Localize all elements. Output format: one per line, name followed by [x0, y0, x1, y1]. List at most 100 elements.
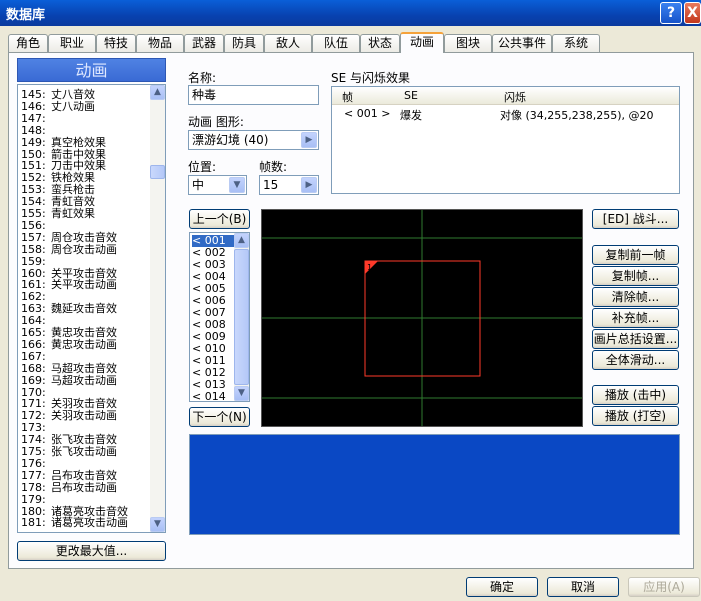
col-frame: 帧	[342, 91, 353, 104]
list-item-name: 马超攻击动画	[51, 373, 117, 387]
tab-10[interactable]: 图块	[444, 34, 492, 52]
list-item-number: 168:	[21, 361, 46, 375]
frames-label: 帧数:	[259, 160, 288, 174]
list-item-number: 179:	[21, 492, 46, 506]
frame-item[interactable]: < 014	[192, 391, 234, 402]
list-item[interactable]: 158: 周仓攻击动画	[21, 242, 117, 256]
batch-settings-button[interactable]: 画片总括设置...	[592, 329, 679, 349]
list-item-name: 黄忠攻击动画	[51, 337, 117, 351]
tab-1[interactable]: 职业	[48, 34, 96, 52]
tab-9[interactable]: 动画	[400, 32, 444, 53]
clear-frame-button[interactable]: 清除帧...	[592, 287, 679, 307]
graphic-label: 动画 图形:	[188, 115, 244, 129]
cancel-button[interactable]: 取消	[547, 577, 619, 597]
list-item-number: 149:	[21, 135, 46, 149]
list-header: 动画	[17, 58, 166, 82]
position-label: 位置:	[188, 160, 217, 174]
frame-list[interactable]: ▲ ▼ < 001 < 002 < 003 < 004 < 005 < 006 < 007 <…	[189, 232, 250, 402]
tab-7[interactable]: 队伍	[312, 34, 360, 52]
list-item-name: 丈八动画	[51, 99, 95, 113]
frames-field[interactable]: 15 ▶	[259, 175, 319, 195]
list-item-number: 159:	[21, 254, 46, 268]
frame-scrollbar[interactable]: ▲ ▼	[234, 233, 249, 401]
position-value: 中	[192, 178, 205, 192]
graphic-value: 漂游幻境 (40)	[192, 133, 269, 147]
row-frame: < 001 >	[344, 107, 391, 120]
play-hit-button[interactable]: 播放 (击中)	[592, 385, 679, 405]
frames-value: 15	[263, 178, 279, 192]
list-item-number: 147:	[21, 111, 46, 125]
apply-button: 应用(A)	[628, 577, 700, 597]
list-item-name: 周仓攻击动画	[51, 242, 117, 256]
scroll-down-icon[interactable]: ▼	[234, 386, 249, 401]
help-button[interactable]: ?	[660, 2, 682, 24]
list-item-number: 181:	[21, 516, 46, 530]
list-item[interactable]: 147:	[21, 111, 51, 125]
window-title: 数据库	[6, 8, 46, 23]
chevron-right-icon[interactable]: ▶	[301, 132, 317, 148]
scroll-thumb[interactable]	[234, 249, 249, 385]
cell-label: 1	[367, 263, 372, 272]
slide-all-button[interactable]: 全体滑动...	[592, 350, 679, 370]
list-item[interactable]: 148:	[21, 123, 51, 137]
scroll-up-icon[interactable]: ▲	[150, 85, 165, 100]
canvas-grid: 1	[262, 210, 582, 426]
list-item-name: 青虹效果	[51, 207, 95, 220]
play-miss-button[interactable]: 播放 (打空)	[592, 406, 679, 426]
list-item[interactable]: 159:	[21, 254, 51, 268]
list-item[interactable]: 179:	[21, 492, 51, 506]
list-item[interactable]: 178: 吕布攻击动画	[21, 480, 117, 494]
battle-button[interactable]: [ED] 战斗...	[592, 209, 679, 229]
copy-frame-button[interactable]: 复制帧...	[592, 266, 679, 286]
scroll-down-icon[interactable]: ▼	[150, 517, 165, 532]
close-button[interactable]: X	[684, 2, 701, 24]
copy-prev-button[interactable]: 复制前一帧	[592, 245, 679, 265]
list-item-number: 157:	[21, 230, 46, 244]
list-item-number: 177:	[21, 468, 46, 482]
prev-frame-button[interactable]: 上一个(B)	[189, 209, 250, 229]
name-field[interactable]: 种毒	[188, 85, 319, 105]
animation-canvas[interactable]: 1	[261, 209, 583, 427]
scroll-thumb[interactable]	[150, 165, 165, 179]
tab-0[interactable]: 角色	[8, 34, 48, 52]
list-item-name: 吕布攻击动画	[51, 480, 117, 494]
list-item-number: 148:	[21, 123, 46, 137]
list-item[interactable]: 181: 诸葛亮攻击动画	[21, 517, 128, 529]
fill-frame-button[interactable]: 补充帧...	[592, 308, 679, 328]
list-item[interactable]: 167:	[21, 350, 51, 363]
tab-6[interactable]: 敌人	[264, 34, 312, 52]
tab-12[interactable]: 系统	[552, 34, 600, 52]
list-item[interactable]: 169: 马超攻击动画	[21, 373, 117, 387]
list-item-number: 169:	[21, 373, 46, 387]
ok-button[interactable]: 确定	[466, 577, 538, 597]
col-se: SE	[404, 89, 418, 102]
list-item-name: 张飞攻击动画	[51, 445, 117, 458]
list-item-name: 关平攻击动画	[51, 278, 117, 292]
list-item-number: 178:	[21, 480, 46, 494]
scroll-up-icon[interactable]: ▲	[234, 233, 249, 248]
next-frame-button[interactable]: 下一个(N)	[189, 407, 250, 427]
tab-8[interactable]: 状态	[360, 34, 400, 52]
position-select[interactable]: 中 ▼	[188, 175, 247, 195]
tab-2[interactable]: 特技	[96, 34, 136, 52]
tab-5[interactable]: 防具	[224, 34, 264, 52]
list-scrollbar[interactable]: ▲ ▼	[150, 85, 165, 532]
change-max-button[interactable]: 更改最大值...	[17, 541, 166, 561]
row-se: 爆发	[400, 109, 422, 122]
se-table-header: 帧 SE 闪烁	[332, 87, 679, 105]
chevron-right-icon[interactable]: ▶	[301, 177, 317, 193]
row-flash: 对像 (34,255,238,255), @20	[500, 109, 654, 122]
tab-11[interactable]: 公共事件	[492, 34, 552, 52]
tab-3[interactable]: 物品	[136, 34, 184, 52]
title-bar: 数据库 ? X	[0, 0, 701, 26]
animation-list[interactable]: ▲ ▼ 145: 丈八音效 146: 丈八动画 147: 148: 149: 真空枪效果 150…	[17, 84, 166, 533]
se-table[interactable]: 帧 SE 闪烁 < 001 > 爆发 对像 (34,255,238,255), …	[331, 86, 680, 194]
table-row[interactable]: < 001 >	[344, 107, 390, 120]
preview-area[interactable]	[189, 434, 680, 535]
se-label: SE 与闪烁效果	[331, 71, 411, 85]
name-label: 名称:	[188, 71, 217, 85]
chevron-down-icon[interactable]: ▼	[229, 177, 245, 193]
tab-4[interactable]: 武器	[184, 34, 224, 52]
list-item-name: 魏延攻击音效	[51, 302, 117, 316]
graphic-field[interactable]: 漂游幻境 (40) ▶	[188, 130, 319, 150]
